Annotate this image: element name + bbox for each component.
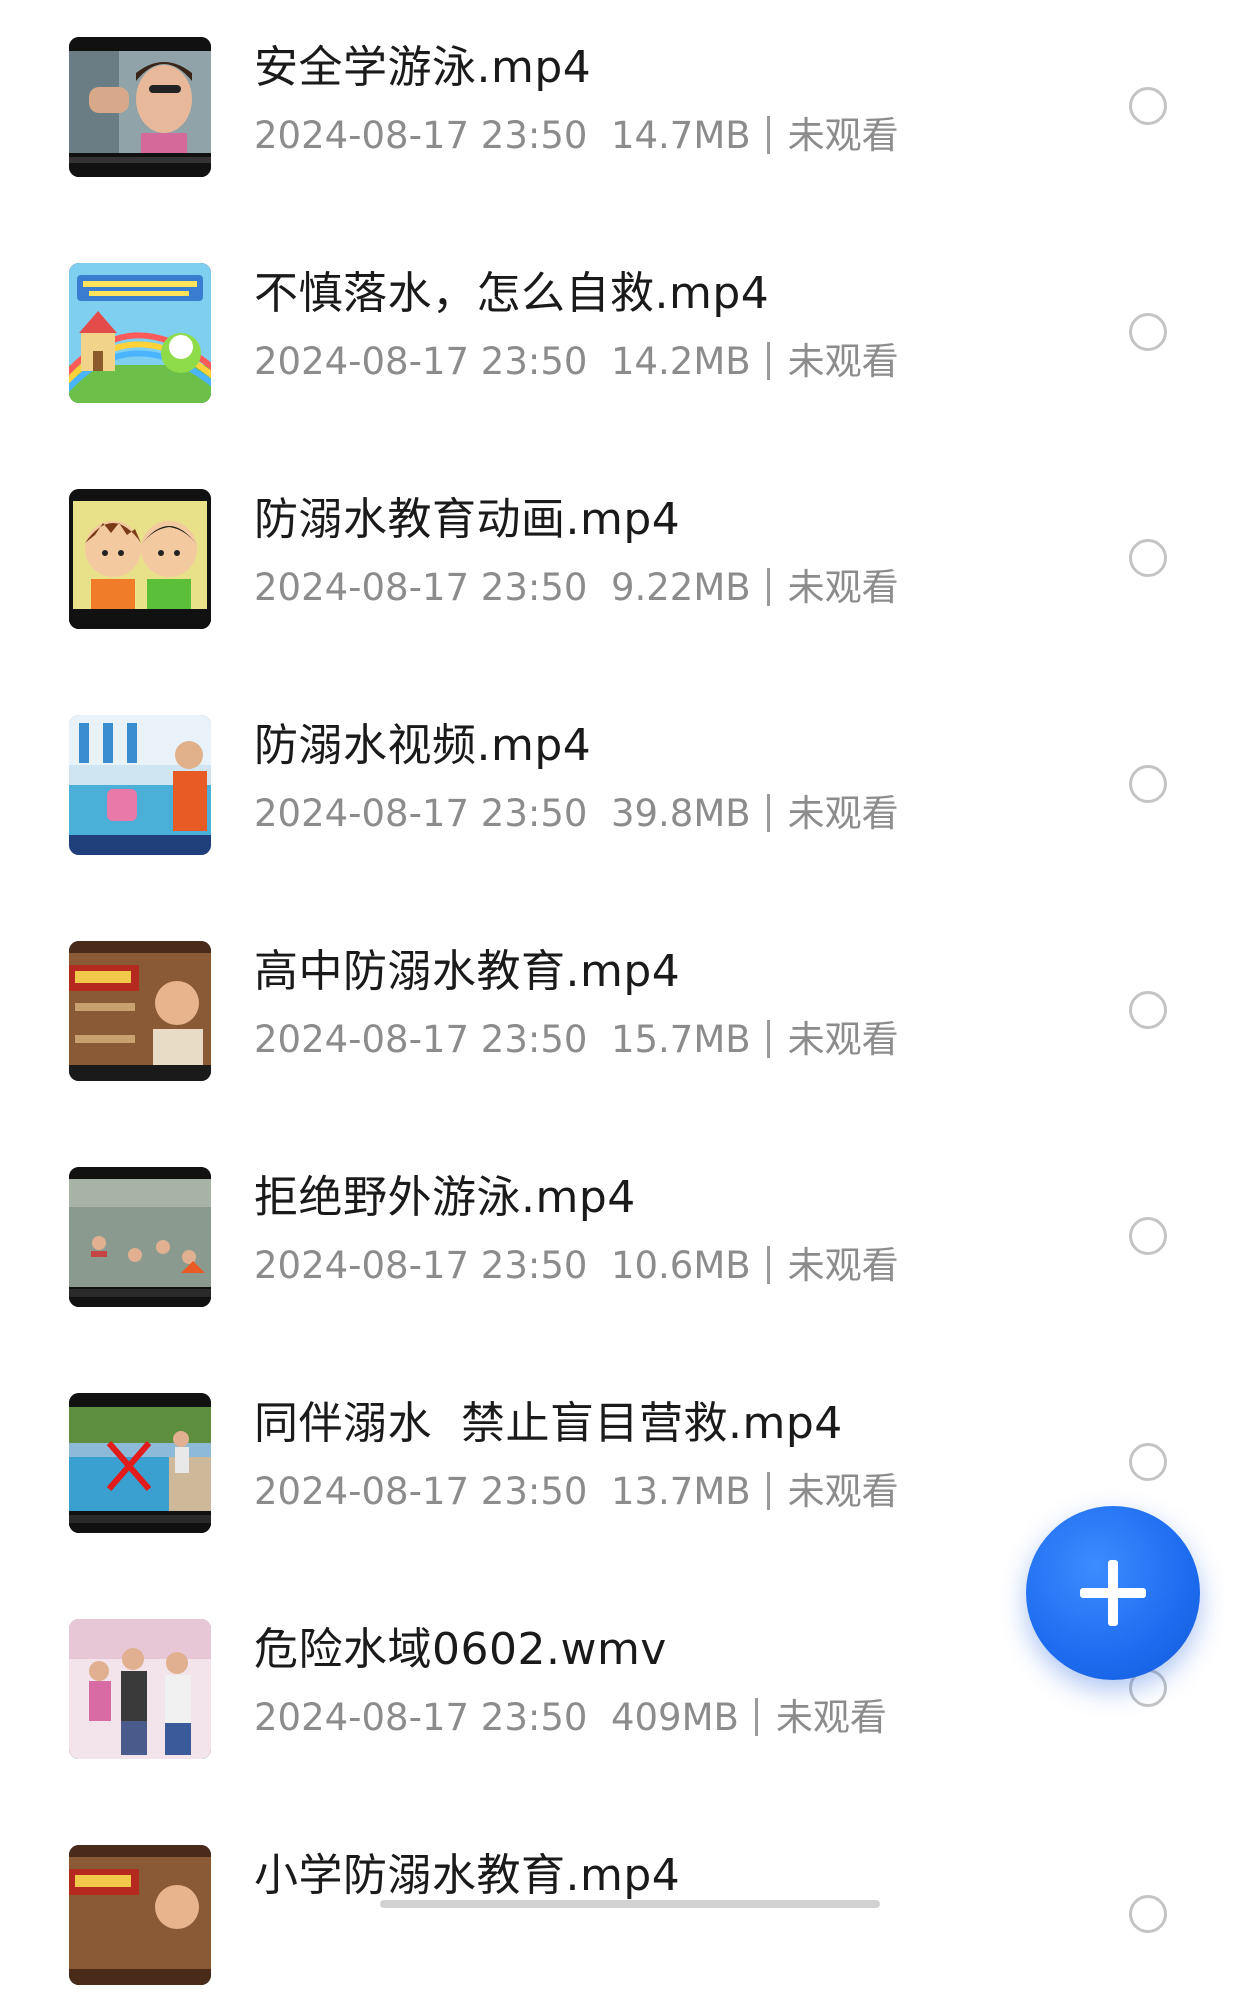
video-list-item[interactable]: 拒绝野外游泳.mp4 2024-08-17 23:50 10.6MB 未观看 — [0, 1130, 1260, 1330]
video-list-item[interactable]: 防溺水教育动画.mp4 2024-08-17 23:50 9.22MB 未观看 — [0, 452, 1260, 652]
video-thumbnail[interactable] — [69, 263, 211, 403]
video-list-item[interactable]: 安全学游泳.mp4 2024-08-17 23:50 14.7MB 未观看 — [0, 0, 1260, 200]
video-datetime: 2024-08-17 23:50 — [254, 1470, 588, 1513]
video-title: 防溺水教育动画.mp4 — [254, 494, 681, 545]
video-thumbnail[interactable] — [69, 941, 211, 1081]
video-title: 小学防溺水教育.mp4 — [254, 1850, 681, 1901]
video-meta: 2024-08-17 23:50 14.2MB 未观看 — [254, 338, 899, 386]
video-size: 10.6MB — [610, 1244, 751, 1287]
divider — [754, 1698, 758, 1736]
video-watch-status: 未观看 — [787, 1244, 899, 1287]
video-meta: 2024-08-17 23:50 409MB 未观看 — [254, 1694, 887, 1742]
video-size: 15.7MB — [610, 1018, 751, 1061]
video-watch-status: 未观看 — [787, 114, 899, 157]
video-title: 安全学游泳.mp4 — [254, 42, 592, 93]
video-title: 同伴溺水 禁止盲目营救.mp4 — [254, 1398, 843, 1449]
add-button[interactable] — [1026, 1506, 1200, 1680]
select-radio[interactable] — [1129, 1443, 1167, 1481]
divider — [766, 794, 770, 832]
video-title: 拒绝野外游泳.mp4 — [254, 1172, 636, 1223]
video-size: 14.2MB — [610, 340, 751, 383]
video-size: 13.7MB — [610, 1470, 751, 1513]
girl-swimming-goggles-thumbnail — [69, 37, 211, 177]
video-thumbnail[interactable] — [69, 489, 211, 629]
video-meta: 2024-08-17 23:50 9.22MB 未观看 — [254, 564, 899, 612]
swimmers-in-river-thumbnail — [69, 1167, 211, 1307]
video-datetime: 2024-08-17 23:50 — [254, 566, 588, 609]
select-radio[interactable] — [1129, 1895, 1167, 1933]
video-datetime: 2024-08-17 23:50 — [254, 1018, 588, 1061]
select-radio[interactable] — [1129, 1217, 1167, 1255]
divider — [766, 342, 770, 380]
divider — [766, 1020, 770, 1058]
plus-icon — [1080, 1560, 1146, 1626]
select-radio[interactable] — [1129, 991, 1167, 1029]
video-datetime: 2024-08-17 23:50 — [254, 1696, 588, 1739]
video-size: 39.8MB — [610, 792, 751, 835]
divider — [766, 116, 770, 154]
video-list-item[interactable]: 小学防溺水教育.mp4 — [0, 1808, 1260, 2008]
video-thumbnail[interactable] — [69, 715, 211, 855]
select-radio[interactable] — [1129, 87, 1167, 125]
select-radio[interactable] — [1129, 539, 1167, 577]
video-title: 危险水域0602.wmv — [254, 1624, 667, 1675]
lecturer-bookshelf-thumbnail — [69, 941, 211, 1081]
video-thumbnail[interactable] — [69, 1845, 211, 1985]
video-thumbnail[interactable] — [69, 37, 211, 177]
video-thumbnail[interactable] — [69, 1619, 211, 1759]
video-meta: 2024-08-17 23:50 14.7MB 未观看 — [254, 112, 899, 160]
video-datetime: 2024-08-17 23:50 — [254, 1244, 588, 1287]
home-indicator — [380, 1900, 880, 1908]
video-datetime: 2024-08-17 23:50 — [254, 792, 588, 835]
video-list-item[interactable]: 防溺水视频.mp4 2024-08-17 23:50 39.8MB 未观看 — [0, 678, 1260, 878]
video-thumbnail[interactable] — [69, 1167, 211, 1307]
lecturer-bookshelf-thumbnail — [69, 1845, 211, 1985]
divider — [766, 1472, 770, 1510]
video-size: 9.22MB — [610, 566, 751, 609]
divider — [766, 1246, 770, 1284]
video-watch-status: 未观看 — [787, 1470, 899, 1513]
video-datetime: 2024-08-17 23:50 — [254, 114, 588, 157]
video-list-item[interactable]: 高中防溺水教育.mp4 2024-08-17 23:50 15.7MB 未观看 — [0, 904, 1260, 1104]
video-title: 防溺水视频.mp4 — [254, 720, 592, 771]
video-meta: 2024-08-17 23:50 15.7MB 未观看 — [254, 1016, 899, 1064]
video-watch-status: 未观看 — [787, 566, 899, 609]
select-radio[interactable] — [1129, 313, 1167, 351]
video-size: 14.7MB — [610, 114, 751, 157]
divider — [766, 568, 770, 606]
video-title: 高中防溺水教育.mp4 — [254, 946, 681, 997]
cartoon-boys-thumbnail — [69, 489, 211, 629]
video-watch-status: 未观看 — [787, 340, 899, 383]
video-datetime: 2024-08-17 23:50 — [254, 340, 588, 383]
video-thumbnail[interactable] — [69, 1393, 211, 1533]
video-title: 不慎落水，怎么自救.mp4 — [254, 268, 770, 319]
pool-red-x-thumbnail — [69, 1393, 211, 1533]
video-watch-status: 未观看 — [787, 1018, 899, 1061]
video-list-item[interactable]: 不慎落水，怎么自救.mp4 2024-08-17 23:50 14.2MB 未观看 — [0, 226, 1260, 426]
video-watch-status: 未观看 — [787, 792, 899, 835]
video-size: 409MB — [610, 1696, 739, 1739]
select-radio[interactable] — [1129, 765, 1167, 803]
swimming-pool-thumbnail — [69, 715, 211, 855]
video-meta: 2024-08-17 23:50 13.7MB 未观看 — [254, 1468, 899, 1516]
video-watch-status: 未观看 — [775, 1696, 887, 1739]
video-meta: 2024-08-17 23:50 10.6MB 未观看 — [254, 1242, 899, 1290]
family-crowd-thumbnail — [69, 1619, 211, 1759]
cartoon-castle-rainbow-thumbnail — [69, 263, 211, 403]
video-meta: 2024-08-17 23:50 39.8MB 未观看 — [254, 790, 899, 838]
